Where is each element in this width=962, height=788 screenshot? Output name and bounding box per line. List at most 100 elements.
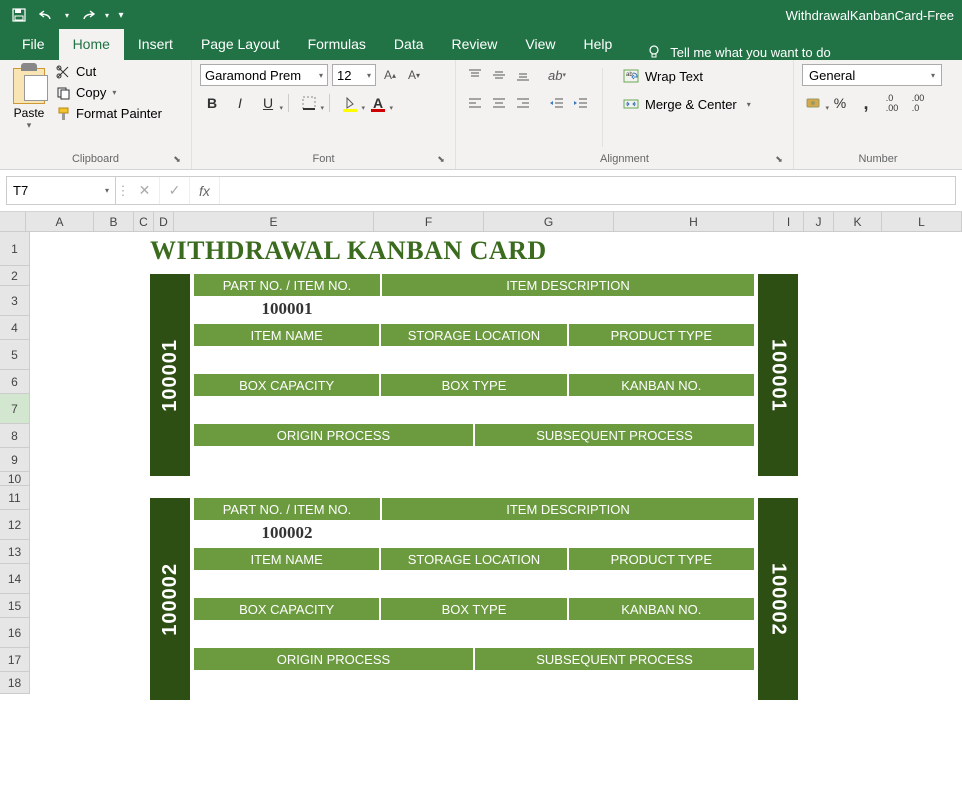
col-header-D[interactable]: D <box>154 212 174 231</box>
align-top-button[interactable] <box>464 64 486 86</box>
card2-item-name-value[interactable] <box>194 570 381 596</box>
save-button[interactable] <box>6 3 32 27</box>
card2-box-cap-value[interactable] <box>194 620 381 646</box>
name-box[interactable]: T7▾ <box>6 176 116 205</box>
tab-review[interactable]: Review <box>438 29 512 60</box>
col-header-G[interactable]: G <box>484 212 614 231</box>
number-format-combo[interactable]: General▾ <box>802 64 942 86</box>
row-header-17[interactable]: 17 <box>0 648 29 672</box>
align-middle-button[interactable] <box>488 64 510 86</box>
tab-data[interactable]: Data <box>380 29 438 60</box>
underline-button[interactable]: U▾ <box>256 92 280 114</box>
select-all-corner[interactable] <box>0 212 26 231</box>
col-header-A[interactable]: A <box>26 212 94 231</box>
card1-part-no-value[interactable]: 100001 <box>194 296 382 322</box>
clipboard-dialog-launcher[interactable]: ⬊ <box>171 153 183 165</box>
font-size-combo[interactable]: 12▾ <box>332 64 376 86</box>
font-color-button[interactable]: A▾ <box>366 92 390 114</box>
card2-part-no-value[interactable]: 100002 <box>194 520 382 546</box>
row-header-2[interactable]: 2 <box>0 266 29 286</box>
row-header-14[interactable]: 14 <box>0 564 29 594</box>
row-header-8[interactable]: 8 <box>0 424 29 448</box>
alignment-dialog-launcher[interactable]: ⬊ <box>773 153 785 165</box>
redo-dropdown[interactable]: ▾ <box>102 3 112 27</box>
card1-box-type-value[interactable] <box>381 396 568 422</box>
card1-product-type-value[interactable] <box>569 346 754 372</box>
undo-button[interactable] <box>34 3 60 27</box>
orientation-button[interactable]: ab▾ <box>546 64 568 86</box>
wrap-text-button[interactable]: ab Wrap Text <box>623 64 751 88</box>
col-header-C[interactable]: C <box>134 212 154 231</box>
tab-formulas[interactable]: Formulas <box>294 29 380 60</box>
cancel-formula-button[interactable]: ✕ <box>130 177 160 204</box>
decrease-font-button[interactable]: A▾ <box>404 65 424 85</box>
row-header-10[interactable]: 10 <box>0 472 29 486</box>
font-name-combo[interactable]: Garamond Prem▾ <box>200 64 328 86</box>
enter-formula-button[interactable]: ✓ <box>160 177 190 204</box>
col-header-E[interactable]: E <box>174 212 374 231</box>
row-header-6[interactable]: 6 <box>0 370 29 394</box>
tab-file[interactable]: File <box>8 29 59 60</box>
align-center-button[interactable] <box>488 92 510 114</box>
card1-kanban-no-value[interactable] <box>569 396 754 422</box>
decrease-indent-button[interactable] <box>546 92 568 114</box>
merge-center-button[interactable]: Merge & Center ▾ <box>623 92 751 116</box>
fill-color-button[interactable]: ▾ <box>338 92 362 114</box>
row-header-7[interactable]: 7 <box>0 394 29 424</box>
spreadsheet-grid[interactable]: ABCDEFGHIJKL 123456789101112131415161718… <box>0 212 962 788</box>
row-header-16[interactable]: 16 <box>0 618 29 648</box>
increase-font-button[interactable]: A▴ <box>380 65 400 85</box>
tab-page-layout[interactable]: Page Layout <box>187 29 294 60</box>
row-header-18[interactable]: 18 <box>0 672 29 694</box>
tab-view[interactable]: View <box>511 29 569 60</box>
card2-subsequent-value[interactable] <box>475 670 754 698</box>
bold-button[interactable]: B <box>200 92 224 114</box>
cut-button[interactable]: Cut <box>56 64 162 79</box>
formula-input[interactable] <box>220 177 955 204</box>
col-header-I[interactable]: I <box>774 212 804 231</box>
row-header-3[interactable]: 3 <box>0 286 29 316</box>
undo-dropdown[interactable]: ▾ <box>62 3 72 27</box>
row-header-1[interactable]: 1 <box>0 232 29 266</box>
tell-me-search[interactable]: Tell me what you want to do <box>646 44 830 60</box>
align-right-button[interactable] <box>512 92 534 114</box>
insert-function-button[interactable]: fx <box>190 177 220 204</box>
comma-format-button[interactable]: , <box>854 92 878 114</box>
card2-box-type-value[interactable] <box>381 620 568 646</box>
cells-area[interactable]: WITHDRAWAL KANBAN CARD 100001 100001 PAR… <box>30 232 962 694</box>
col-header-J[interactable]: J <box>804 212 834 231</box>
card1-item-desc-value[interactable] <box>382 296 754 322</box>
col-header-L[interactable]: L <box>882 212 962 231</box>
card1-storage-loc-value[interactable] <box>381 346 568 372</box>
increase-decimal-button[interactable]: .0.00 <box>880 92 904 114</box>
row-header-5[interactable]: 5 <box>0 340 29 370</box>
col-header-B[interactable]: B <box>94 212 134 231</box>
row-header-11[interactable]: 11 <box>0 486 29 510</box>
row-header-9[interactable]: 9 <box>0 448 29 472</box>
tab-insert[interactable]: Insert <box>124 29 187 60</box>
name-box-expand[interactable]: ⋮ <box>116 176 130 205</box>
percent-format-button[interactable]: % <box>828 92 852 114</box>
font-dialog-launcher[interactable]: ⬊ <box>435 153 447 165</box>
qat-customize[interactable]: ▾ <box>114 3 128 27</box>
card2-product-type-value[interactable] <box>569 570 754 596</box>
row-header-15[interactable]: 15 <box>0 594 29 618</box>
align-left-button[interactable] <box>464 92 486 114</box>
card2-item-desc-value[interactable] <box>382 520 754 546</box>
border-button[interactable]: ▾ <box>297 92 321 114</box>
card2-origin-value[interactable] <box>194 670 475 698</box>
row-header-4[interactable]: 4 <box>0 316 29 340</box>
copy-button[interactable]: Copy ▾ <box>56 85 162 100</box>
row-header-13[interactable]: 13 <box>0 540 29 564</box>
format-painter-button[interactable]: Format Painter <box>56 106 162 121</box>
row-header-12[interactable]: 12 <box>0 510 29 540</box>
card1-box-cap-value[interactable] <box>194 396 381 422</box>
increase-indent-button[interactable] <box>570 92 592 114</box>
card1-item-name-value[interactable] <box>194 346 381 372</box>
card1-subsequent-value[interactable] <box>475 446 754 474</box>
tab-home[interactable]: Home <box>59 29 124 60</box>
italic-button[interactable]: I <box>228 92 252 114</box>
card2-storage-loc-value[interactable] <box>381 570 568 596</box>
card2-kanban-no-value[interactable] <box>569 620 754 646</box>
col-header-F[interactable]: F <box>374 212 484 231</box>
